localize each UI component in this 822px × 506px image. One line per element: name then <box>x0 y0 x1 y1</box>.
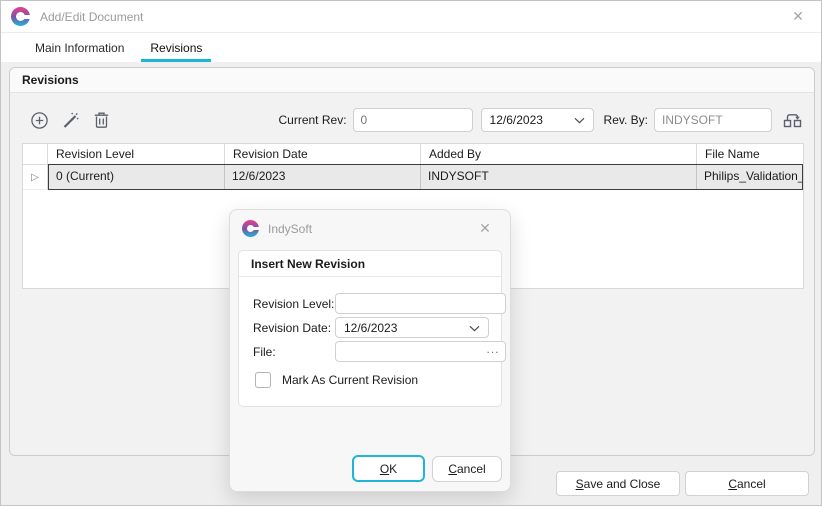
current-rev-label: Current Rev: <box>279 113 347 127</box>
current-rev-date-dropdown[interactable]: 12/6/2023 <box>481 108 594 132</box>
tab-main-information[interactable]: Main Information <box>26 34 133 62</box>
modal-title: IndySoft <box>268 222 312 236</box>
mark-current-row: Mark As Current Revision <box>255 372 489 388</box>
revision-level-input[interactable] <box>335 293 506 314</box>
close-icon[interactable]: ✕ <box>472 218 498 240</box>
revision-date-value: 12/6/2023 <box>344 321 469 335</box>
file-label: File: <box>253 345 335 359</box>
indysoft-logo-icon <box>242 220 259 237</box>
revision-date-dropdown[interactable]: 12/6/2023 <box>335 317 489 338</box>
expander-icon[interactable]: ▷ <box>23 165 48 190</box>
save-and-close-button[interactable]: Save and Close <box>556 471 680 496</box>
insert-new-revision-groupbox: Insert New Revision Revision Level: Revi… <box>238 250 502 407</box>
groupbox-title: Insert New Revision <box>239 251 501 277</box>
window-title: Add/Edit Document <box>40 10 143 24</box>
toolbar-icon-group <box>29 110 111 130</box>
insert-new-revision-dialog: IndySoft ✕ Insert New Revision Revision … <box>229 209 511 492</box>
delete-icon[interactable] <box>91 110 111 130</box>
tab-revisions[interactable]: Revisions <box>141 34 211 62</box>
table-header-row: Revision Level Revision Date Added By Fi… <box>23 144 803 165</box>
cell-file-name: Philips_Validation_T <box>697 165 802 189</box>
revision-date-row: Revision Date: 12/6/2023 <box>253 317 489 338</box>
panel-title: Revisions <box>10 68 814 93</box>
revisions-toolbar: Current Rev: 12/6/2023 Rev. By: <box>22 106 802 134</box>
tabstrip: Main Information Revisions <box>1 34 821 62</box>
modal-cancel-button[interactable]: Cancel <box>432 456 502 482</box>
table-row[interactable]: ▷ 0 (Current) 12/6/2023 INDYSOFT Philips… <box>23 165 803 190</box>
chevron-down-icon <box>469 321 480 335</box>
cell-revision-level: 0 (Current) <box>49 165 225 189</box>
current-rev-date-value: 12/6/2023 <box>490 113 574 127</box>
cell-revision-date: 12/6/2023 <box>225 165 421 189</box>
rev-by-label: Rev. By: <box>604 113 648 127</box>
selected-row-cells: 0 (Current) 12/6/2023 INDYSOFT Philips_V… <box>48 164 803 190</box>
indysoft-logo-icon <box>11 7 30 26</box>
column-header-revision-date[interactable]: Revision Date <box>225 144 421 165</box>
mark-as-current-checkbox[interactable] <box>255 372 271 388</box>
revision-date-label: Revision Date: <box>253 321 335 335</box>
titlebar: Add/Edit Document ✕ <box>1 1 821 33</box>
modal-footer: OK Cancel <box>352 455 502 482</box>
column-header-added-by[interactable]: Added By <box>421 144 697 165</box>
add-icon[interactable] <box>29 110 49 130</box>
column-header-file-name[interactable]: File Name <box>697 144 803 165</box>
expander-column-header <box>23 144 48 165</box>
chevron-down-icon <box>574 113 585 127</box>
revision-level-label: Revision Level: <box>253 297 335 311</box>
cell-added-by: INDYSOFT <box>421 165 697 189</box>
ok-button[interactable]: OK <box>352 455 425 482</box>
column-header-revision-level[interactable]: Revision Level <box>48 144 225 165</box>
file-input[interactable] <box>335 341 506 362</box>
modal-fields: Revision Level: Revision Date: 12/6/2023 <box>239 277 501 388</box>
wand-icon[interactable] <box>60 110 80 130</box>
current-rev-input[interactable] <box>353 108 473 132</box>
modal-titlebar: IndySoft ✕ <box>230 210 510 247</box>
mark-as-current-label: Mark As Current Revision <box>282 373 418 387</box>
file-row: File: ... <box>253 341 489 362</box>
replace-icon[interactable] <box>782 110 802 130</box>
add-edit-document-window: Add/Edit Document ✕ Main Information Rev… <box>0 0 822 506</box>
close-icon[interactable]: ✕ <box>785 6 811 28</box>
file-input-wrap: ... <box>335 341 506 362</box>
browse-file-button[interactable]: ... <box>482 342 504 361</box>
revision-level-row: Revision Level: <box>253 293 489 314</box>
cancel-button[interactable]: Cancel <box>685 471 809 496</box>
rev-by-input[interactable] <box>654 108 772 132</box>
